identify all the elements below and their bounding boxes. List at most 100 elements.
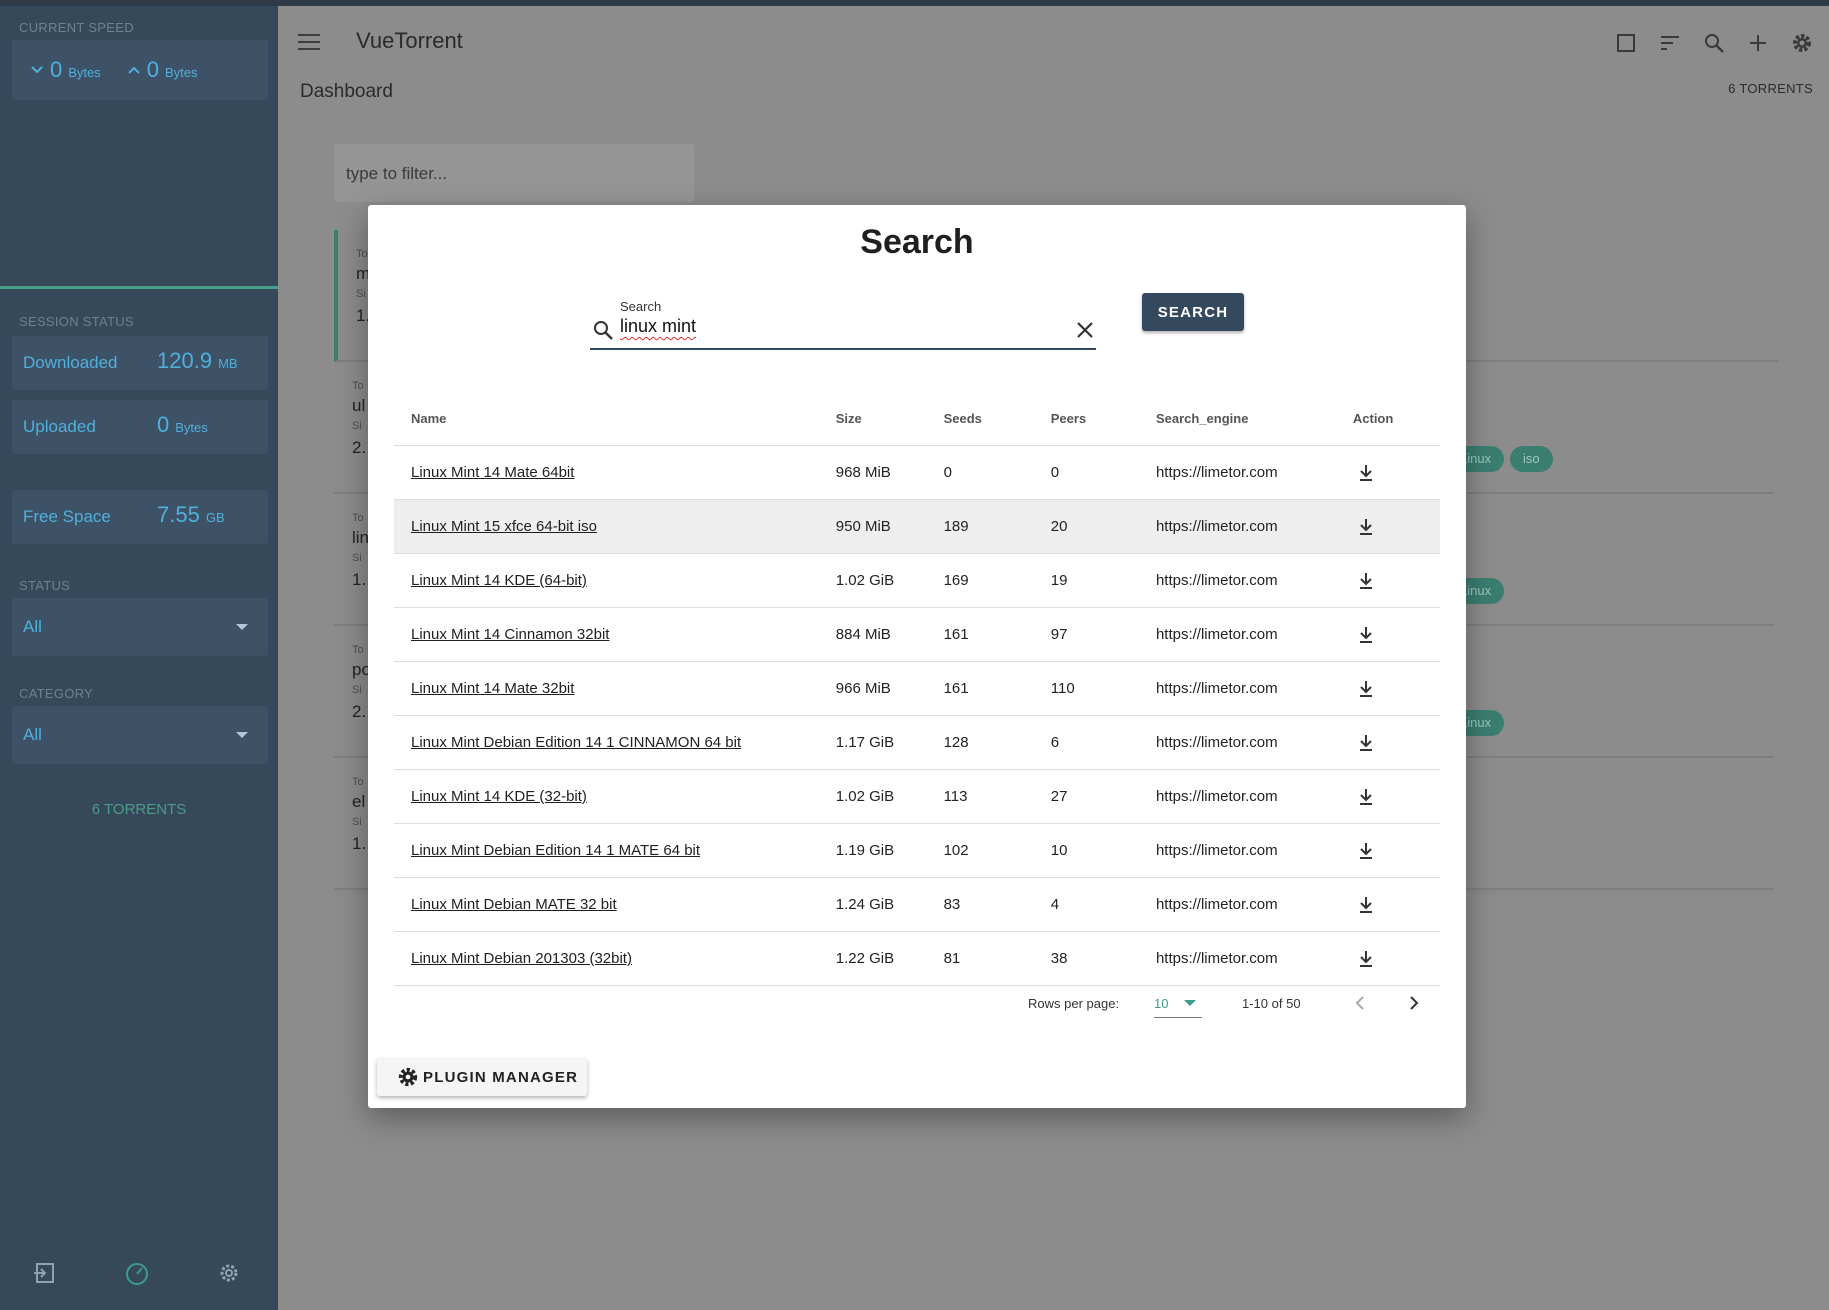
table-row[interactable]: Linux Mint Debian Edition 14 1 MATE 64 b…: [394, 823, 1440, 878]
result-name-link[interactable]: Linux Mint 14 Cinnamon 32bit: [411, 626, 609, 643]
table-row[interactable]: Linux Mint 14 KDE (32-bit) 1.02 GiB 113 27 h…: [394, 769, 1440, 824]
result-size: 968 MiB: [835, 464, 891, 481]
select-mode-icon[interactable]: [1613, 30, 1639, 56]
result-search-engine: https://limetor.com: [1155, 626, 1278, 643]
result-search-engine-cell: https://limetor.com: [1154, 823, 1352, 878]
download-icon[interactable]: [1356, 463, 1376, 483]
result-seeds-cell: 0: [942, 445, 1050, 500]
result-search-engine: https://limetor.com: [1155, 572, 1278, 589]
result-name-link[interactable]: Linux Mint 14 KDE (64-bit): [411, 572, 587, 589]
download-icon[interactable]: [1356, 841, 1376, 861]
chevron-right-icon[interactable]: [1404, 993, 1424, 1013]
table-row[interactable]: Linux Mint 14 KDE (64-bit) 1.02 GiB 169 19 h…: [394, 553, 1440, 608]
rows-per-page-value: 10: [1154, 996, 1169, 1011]
search-icon[interactable]: [1701, 30, 1727, 56]
result-name-link[interactable]: Linux Mint Debian Edition 14 1 CINNAMON …: [411, 734, 741, 751]
settings-gear-icon[interactable]: [216, 1260, 242, 1286]
search-input[interactable]: linux mint: [620, 316, 1060, 337]
filter-input[interactable]: type to filter...: [334, 144, 694, 202]
download-speed-value: 0: [50, 57, 63, 82]
torrent-label: To: [356, 248, 368, 260]
torrent-name: ul: [352, 396, 366, 415]
download-icon[interactable]: [1356, 679, 1376, 699]
result-size-cell: 1.19 GiB: [834, 823, 943, 878]
result-seeds: 169: [943, 572, 969, 589]
hamburger-menu-icon[interactable]: [298, 34, 320, 50]
column-header-peers[interactable]: Peers: [1049, 391, 1155, 446]
torrent-label: Si: [352, 420, 362, 432]
gear-icon[interactable]: [1789, 30, 1815, 56]
download-icon[interactable]: [1356, 571, 1376, 591]
result-size: 884 MiB: [835, 626, 891, 643]
torrent-label: To: [352, 776, 364, 788]
result-peers: 20: [1050, 518, 1068, 535]
result-size-cell: 1.17 GiB: [834, 715, 943, 770]
plugin-manager-button[interactable]: PLUGIN MANAGER: [377, 1058, 587, 1096]
column-header-seeds[interactable]: Seeds: [942, 391, 1050, 446]
download-icon[interactable]: [1356, 625, 1376, 645]
result-name-link[interactable]: Linux Mint 14 KDE (32-bit): [411, 788, 587, 805]
result-search-engine: https://limetor.com: [1155, 842, 1278, 859]
column-header-search-engine[interactable]: Search_engine: [1154, 391, 1352, 446]
chevron-down-icon: [30, 59, 44, 80]
category-select[interactable]: All: [12, 706, 268, 764]
torrent-name: lin: [352, 528, 370, 547]
status-select[interactable]: All: [12, 598, 268, 656]
download-icon[interactable]: [1356, 895, 1376, 915]
rows-per-page-select[interactable]: 10: [1154, 987, 1202, 1018]
result-name-link[interactable]: Linux Mint Debian MATE 32 bit: [411, 896, 617, 913]
search-button[interactable]: SEARCH: [1142, 293, 1244, 331]
result-peers: 0: [1050, 464, 1060, 481]
status-label: STATUS: [19, 578, 71, 593]
torrent-size: 2.: [352, 438, 367, 457]
result-size-cell: 1.24 GiB: [834, 877, 943, 932]
status-select-value: All: [23, 617, 42, 636]
result-size: 1.19 GiB: [835, 842, 895, 859]
result-peers-cell: 0: [1049, 445, 1155, 500]
column-header-name[interactable]: Name: [394, 391, 835, 446]
column-header-action: Action: [1351, 391, 1440, 446]
table-row[interactable]: Linux Mint Debian MATE 32 bit 1.24 GiB 83 4…: [394, 877, 1440, 932]
chevron-left-icon[interactable]: [1350, 993, 1370, 1013]
result-name-link[interactable]: Linux Mint Debian Edition 14 1 MATE 64 b…: [411, 842, 700, 859]
result-name-link[interactable]: Linux Mint 14 Mate 64bit: [411, 464, 574, 481]
torrent-count: 6 TORRENTS: [1728, 81, 1813, 96]
result-name-link[interactable]: Linux Mint 14 Mate 32bit: [411, 680, 574, 697]
sort-icon[interactable]: [1657, 30, 1683, 56]
page-range: 1-10 of 50: [1242, 996, 1301, 1011]
download-icon[interactable]: [1356, 787, 1376, 807]
speedometer-icon[interactable]: [124, 1260, 150, 1286]
free-space-value: 7.55: [157, 502, 200, 527]
result-seeds-cell: 83: [942, 877, 1050, 932]
result-name-link[interactable]: Linux Mint 15 xfce 64-bit iso: [411, 518, 597, 535]
magnify-icon: [592, 319, 614, 341]
download-icon[interactable]: [1356, 517, 1376, 537]
logout-icon[interactable]: [32, 1260, 58, 1286]
column-header-size[interactable]: Size: [834, 391, 943, 446]
result-seeds: 102: [943, 842, 969, 859]
result-seeds-cell: 113: [942, 769, 1050, 824]
table-row[interactable]: Linux Mint Debian 201303 (32bit) 1.22 GiB…: [394, 931, 1440, 986]
result-seeds-cell: 161: [942, 661, 1050, 716]
table-row[interactable]: Linux Mint Debian Edition 14 1 CINNAMON …: [394, 715, 1440, 770]
result-peers: 6: [1050, 734, 1060, 751]
close-icon[interactable]: [1074, 319, 1096, 341]
result-seeds: 83: [943, 896, 961, 913]
result-peers: 10: [1050, 842, 1068, 859]
result-name-link[interactable]: Linux Mint Debian 201303 (32bit): [411, 950, 632, 967]
table-row[interactable]: Linux Mint 14 Cinnamon 32bit 884 MiB 161 97…: [394, 607, 1440, 662]
torrent-size: 1.: [352, 834, 367, 853]
download-icon[interactable]: [1356, 949, 1376, 969]
table-row[interactable]: Linux Mint 14 Mate 64bit 968 MiB 0 0 https:/…: [394, 445, 1440, 500]
table-row[interactable]: Linux Mint 14 Mate 32bit 966 MiB 161 110 htt…: [394, 661, 1440, 716]
table-row[interactable]: Linux Mint 15 xfce 64-bit iso 950 MiB 189 2…: [394, 499, 1440, 554]
download-icon[interactable]: [1356, 733, 1376, 753]
free-space-unit: GB: [205, 510, 225, 525]
result-search-engine: https://limetor.com: [1155, 680, 1278, 697]
search-field[interactable]: Search linux mint: [590, 297, 1096, 350]
result-seeds-cell: 128: [942, 715, 1050, 770]
result-search-engine: https://limetor.com: [1155, 734, 1278, 751]
downloaded-value: 120.9: [157, 348, 213, 373]
add-icon[interactable]: [1745, 30, 1771, 56]
result-search-engine-cell: https://limetor.com: [1154, 607, 1352, 662]
